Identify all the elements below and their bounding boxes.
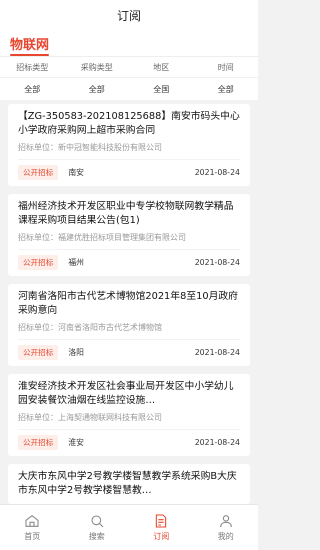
- bid-org: 招标单位：上海契通物联网科技有限公司: [18, 413, 162, 422]
- bid-location: 淮安: [68, 437, 84, 447]
- tab-profile-label: 我的: [217, 532, 234, 541]
- subscribe-icon: [156, 514, 167, 528]
- bid-meta: 公开招标 洛阳 2021-08-24: [18, 339, 240, 360]
- bid-card[interactable]: 【ZG-350583-202108125688】南安市码头中心小学政府采购网上超…: [8, 104, 250, 186]
- filter-label-purchase-type[interactable]: 采购类型: [65, 62, 130, 73]
- bid-card[interactable]: 大庆市东风中学2号教学楼智慧教学系统采购B大庆市东风中学2号教学楼智慧教…: [8, 464, 250, 504]
- site-header: 物联网: [0, 30, 258, 57]
- filter-label-time[interactable]: 时间: [194, 62, 259, 73]
- bid-location: 南安: [68, 167, 84, 177]
- bid-title: 淮安经济技术开发区社会事业局开发区中小学幼儿园安装餐饮油烟在线监控设施…: [18, 381, 234, 406]
- filter-label-bid-type[interactable]: 招标类型: [0, 62, 65, 73]
- bid-type-badge: 公开招标: [18, 164, 59, 180]
- bid-meta: 公开招标 淮安 2021-08-24: [18, 429, 240, 450]
- bid-org: 招标单位：新中冠智能科技股份有限公司: [18, 143, 162, 152]
- filter-labels-row: 招标类型 采购类型 地区 时间: [0, 57, 258, 78]
- bid-meta: 公开招标 南安 2021-08-24: [18, 159, 240, 180]
- filter-value-bid-type[interactable]: 全部: [0, 84, 65, 95]
- bid-list[interactable]: 【ZG-350583-202108125688】南安市码头中心小学政府采购网上超…: [0, 96, 258, 505]
- bid-date: 2021-08-24: [194, 257, 240, 267]
- bid-org: 招标单位：福建优胜招标项目管理集团有限公司: [18, 233, 186, 242]
- bid-date: 2021-08-24: [194, 437, 240, 447]
- profile-icon: [219, 515, 232, 528]
- bid-title: 河南省洛阳市古代艺术博物馆2021年8至10月政府采购意向: [18, 291, 238, 316]
- bid-org: 招标单位：河南省洛阳市古代艺术博物馆: [18, 323, 162, 332]
- tab-search-label: 搜索: [88, 532, 105, 541]
- bid-type-badge: 公开招标: [18, 434, 59, 450]
- bid-meta: 公开招标 福州 2021-08-24: [18, 249, 240, 270]
- bid-date: 2021-08-24: [194, 167, 240, 177]
- filter-panel: 招标类型 采购类型 地区 时间 全部 全部 全国 全部: [0, 57, 258, 100]
- bid-date: 2021-08-24: [194, 347, 240, 357]
- filter-value-time[interactable]: 全部: [194, 84, 259, 95]
- bid-location: 福州: [68, 257, 84, 267]
- filter-value-region[interactable]: 全国: [129, 84, 194, 95]
- bid-type-badge: 公开招标: [18, 254, 59, 270]
- tab-home[interactable]: 首页: [0, 505, 65, 550]
- bid-location: 洛阳: [68, 347, 84, 357]
- bid-card[interactable]: 河南省洛阳市古代艺术博物馆2021年8至10月政府采购意向 招标单位：河南省洛阳…: [8, 284, 250, 366]
- filter-value-purchase-type[interactable]: 全部: [65, 84, 130, 95]
- bid-title: 大庆市东风中学2号教学楼智慧教学系统采购B大庆市东风中学2号教学楼智慧教…: [18, 471, 237, 496]
- home-icon: [25, 514, 39, 527]
- bid-type-badge: 公开招标: [18, 344, 59, 360]
- bid-title: 福州经济技术开发区职业中专学校物联网教学精品课程采购项目结果公告(包1): [18, 201, 234, 226]
- search-icon: [91, 515, 104, 528]
- tab-home-label: 首页: [24, 532, 41, 541]
- site-title[interactable]: 物联网: [10, 34, 50, 56]
- tab-subscribe[interactable]: 订阅: [129, 505, 194, 550]
- bid-card[interactable]: 淮安经济技术开发区社会事业局开发区中小学幼儿园安装餐饮油烟在线监控设施… 招标单…: [8, 374, 250, 456]
- bottom-tab-bar: 首页 搜索 订阅 我的: [0, 504, 258, 550]
- tab-search[interactable]: 搜索: [65, 505, 130, 550]
- header: 订阅: [0, 0, 258, 30]
- tab-profile[interactable]: 我的: [194, 505, 259, 550]
- filter-label-region[interactable]: 地区: [129, 62, 194, 73]
- bid-title: 【ZG-350583-202108125688】南安市码头中心小学政府采购网上超…: [18, 111, 240, 136]
- page-title: 订阅: [116, 8, 141, 23]
- bid-card[interactable]: 福州经济技术开发区职业中专学校物联网教学精品课程采购项目结果公告(包1) 招标单…: [8, 194, 250, 276]
- tab-subscribe-label: 订阅: [153, 532, 170, 541]
